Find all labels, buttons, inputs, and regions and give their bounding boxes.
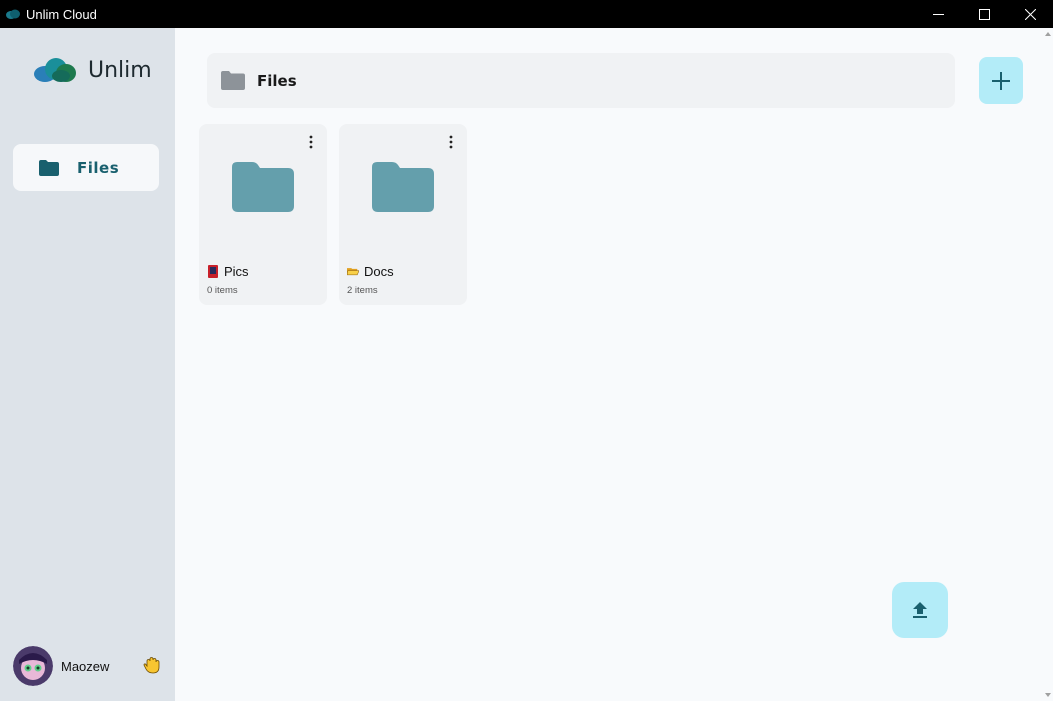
more-options-icon[interactable] bbox=[305, 134, 317, 150]
folder-name-row: Pics bbox=[207, 264, 249, 279]
breadcrumb: Files bbox=[207, 53, 955, 108]
folder-icon bbox=[232, 162, 294, 212]
close-icon bbox=[1024, 8, 1036, 20]
breadcrumb-label[interactable]: Files bbox=[257, 72, 297, 90]
sidebar-item-files[interactable]: Files bbox=[13, 144, 159, 191]
brand: Unlim bbox=[34, 56, 152, 84]
add-button[interactable] bbox=[979, 57, 1023, 104]
close-button[interactable] bbox=[1007, 0, 1053, 28]
upload-button[interactable] bbox=[892, 582, 948, 638]
sidebar-item-label: Files bbox=[77, 158, 120, 177]
sidebar: Unlim Files Maozew bbox=[0, 28, 175, 701]
brand-name: Unlim bbox=[88, 57, 152, 83]
folder-item-count: 0 items bbox=[207, 285, 238, 296]
window-controls bbox=[915, 0, 1053, 28]
window-title: Unlim Cloud bbox=[26, 6, 97, 22]
upload-icon bbox=[913, 602, 927, 618]
plus-icon bbox=[992, 71, 1010, 90]
folder-icon bbox=[221, 71, 245, 90]
scroll-up-icon[interactable] bbox=[1045, 32, 1051, 36]
folder-name: Pics bbox=[224, 264, 249, 279]
cloud-logo bbox=[34, 58, 76, 82]
maximize-button[interactable] bbox=[961, 0, 1007, 28]
avatar[interactable] bbox=[13, 646, 53, 686]
minimize-button[interactable] bbox=[915, 0, 961, 28]
scroll-down-icon[interactable] bbox=[1045, 693, 1051, 697]
cloud-icon bbox=[6, 9, 20, 19]
folder-icon bbox=[372, 162, 434, 212]
username: Maozew bbox=[61, 658, 110, 674]
folder-name: Docs bbox=[364, 264, 394, 279]
minimize-icon bbox=[932, 13, 944, 15]
open-folder-icon bbox=[347, 268, 359, 276]
title-bar: Unlim Cloud bbox=[0, 0, 1053, 28]
user-profile[interactable]: Maozew bbox=[13, 645, 163, 687]
scrollbar[interactable] bbox=[1043, 28, 1053, 701]
folder-icon bbox=[39, 159, 59, 176]
folder-name-row: Docs bbox=[347, 264, 394, 279]
wave-hand-icon bbox=[143, 657, 160, 674]
folder-card-pics[interactable]: Pics 0 items bbox=[199, 124, 327, 305]
maximize-icon bbox=[978, 8, 990, 20]
more-options-icon[interactable] bbox=[445, 134, 457, 150]
red-card-icon bbox=[208, 265, 218, 278]
folder-card-docs[interactable]: Docs 2 items bbox=[339, 124, 467, 305]
folder-item-count: 2 items bbox=[347, 285, 378, 296]
